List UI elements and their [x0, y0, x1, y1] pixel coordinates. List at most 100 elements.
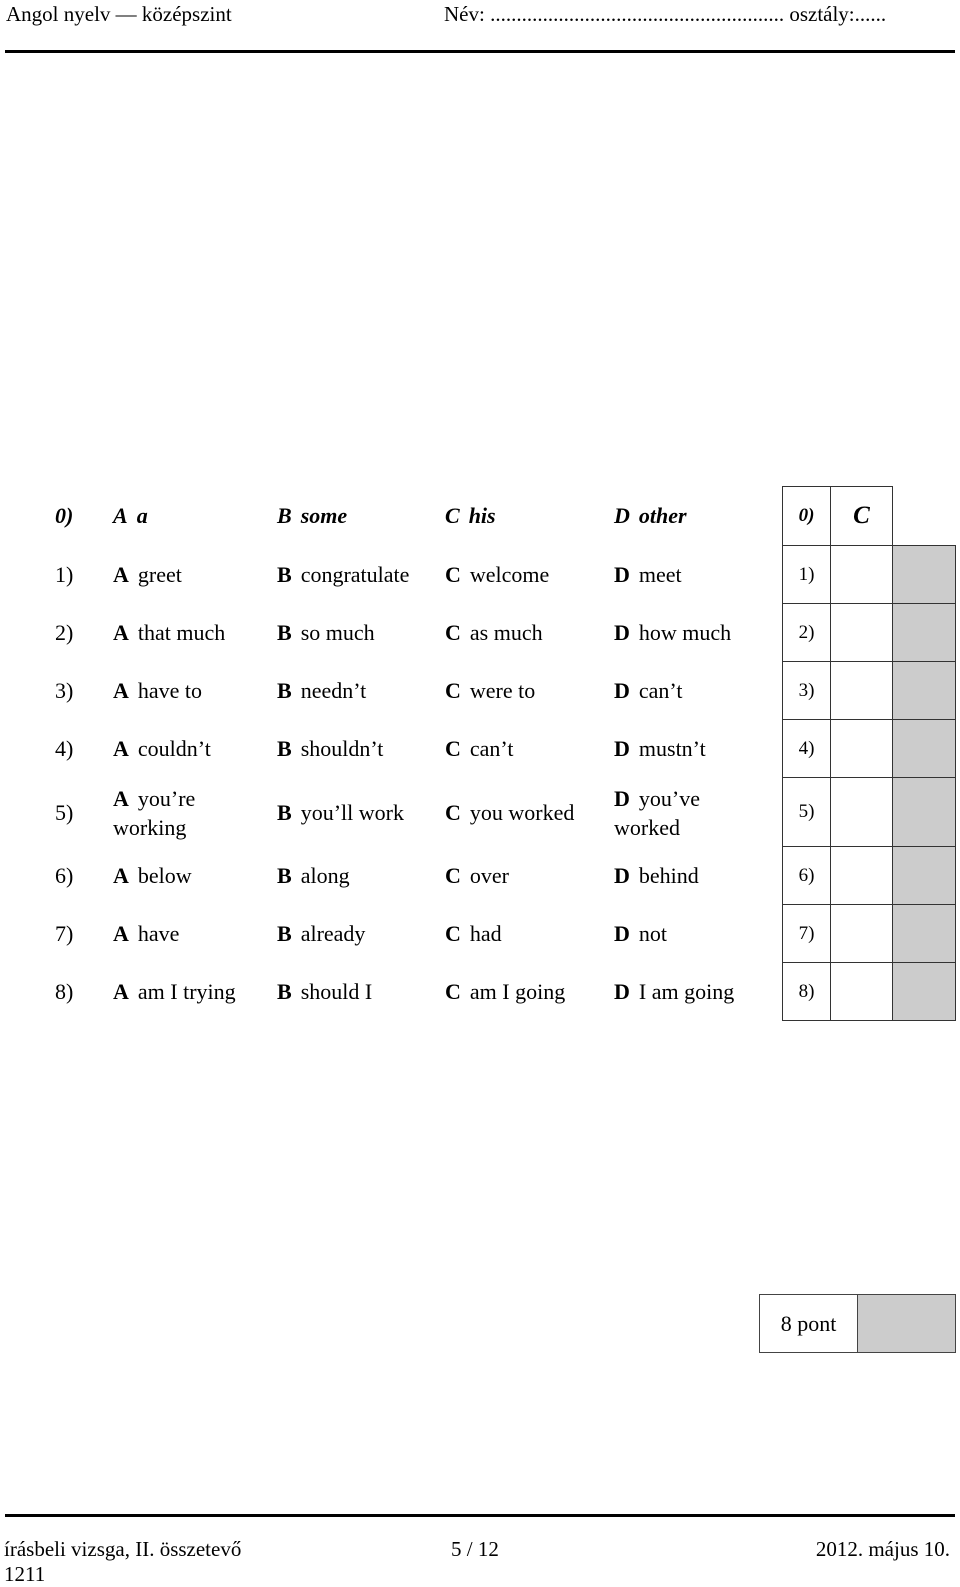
option-b: Bso much	[277, 604, 375, 662]
option-d: Dnot	[614, 905, 667, 963]
answer-grid-row: 8)	[782, 962, 956, 1021]
option-d: Dmustn’t	[614, 720, 706, 778]
option-text: can’t	[638, 678, 683, 703]
option-text: behind	[638, 863, 699, 888]
question-row: 7) Ahave Balready Chad Dnot	[0, 905, 780, 963]
answer-grid-row: 1)	[782, 545, 956, 604]
points-box: 8 pont	[759, 1294, 956, 1353]
option-text: that much	[137, 620, 226, 645]
option-letter: C	[445, 921, 461, 946]
footer-exam-part: írásbeli vizsga, II. összetevő	[4, 1537, 242, 1561]
answer-input-cell[interactable]	[830, 904, 893, 963]
answer-input-cell[interactable]	[830, 846, 893, 905]
question-row: 6) Abelow Balong Cover Dbehind	[0, 847, 780, 905]
points-score-cell	[858, 1294, 956, 1353]
question-number: 2)	[55, 620, 74, 645]
option-text: shouldn’t	[300, 736, 384, 761]
option-text: how much	[638, 620, 732, 645]
score-cell	[892, 603, 956, 662]
option-d: Dyou’ve worked	[614, 778, 734, 847]
answer-input-cell[interactable]	[830, 545, 893, 604]
answer-grid-number: 6)	[782, 846, 831, 905]
option-text: over	[469, 863, 509, 888]
option-text: couldn’t	[137, 736, 211, 761]
answer-grid-row: 2)	[782, 603, 956, 662]
option-letter: D	[614, 620, 630, 645]
option-a: Abelow	[113, 847, 192, 905]
option-letter: B	[277, 863, 292, 888]
option-c: Chis	[445, 486, 496, 546]
score-cell	[892, 846, 956, 905]
answer-input-cell[interactable]	[830, 719, 893, 778]
footer-page-number: 5 / 12	[451, 1537, 499, 1561]
option-a: Athat much	[113, 604, 225, 662]
question-number: 4)	[55, 736, 74, 761]
option-text: am I trying	[137, 979, 236, 1004]
subject-title: Angol nyelv — középszint	[6, 2, 232, 26]
option-text: so much	[300, 620, 375, 645]
question-row: 0) Aa Bsome Chis Dother	[0, 486, 780, 546]
option-b: Balready	[277, 905, 365, 963]
score-cell	[892, 719, 956, 778]
header-rule	[5, 50, 955, 53]
answer-input-cell[interactable]	[830, 603, 893, 662]
answer-input-cell[interactable]	[830, 777, 893, 847]
option-letter: C	[445, 620, 461, 645]
footer-date: 2012. május 10.	[815, 1537, 950, 1561]
score-cell	[892, 904, 956, 963]
option-text: other	[638, 503, 687, 528]
option-letter: B	[277, 736, 292, 761]
option-text: I am going	[638, 979, 735, 1004]
question-row: 1) Agreet Bcongratulate Cwelcome Dmeet	[0, 546, 780, 604]
option-text: already	[300, 921, 366, 946]
score-cell	[892, 777, 956, 847]
option-letter: D	[614, 503, 630, 528]
option-text: congratulate	[300, 562, 410, 587]
option-letter: B	[277, 799, 292, 825]
option-letter: A	[113, 562, 129, 587]
question-number: 3)	[55, 678, 74, 703]
option-a: Ahave	[113, 905, 179, 963]
option-c: Cwere to	[445, 662, 535, 720]
answer-grid-number: 2)	[782, 603, 831, 662]
option-a: Acouldn’t	[113, 720, 211, 778]
question-row: 8) Aam I trying Bshould I Cam I going D I am …	[0, 963, 780, 1021]
option-text: along	[300, 863, 350, 888]
answer-input-cell[interactable]	[830, 962, 893, 1021]
question-row: 3) Ahave to Bneedn’t Cwere to Dcan’t	[0, 662, 780, 720]
footer-exam-code: 1211	[4, 1562, 46, 1586]
score-cell	[892, 545, 956, 604]
option-letter: A	[113, 921, 129, 946]
option-text: a	[136, 503, 148, 528]
answer-input-cell: C	[830, 486, 893, 546]
option-text: as much	[469, 620, 543, 645]
option-text: should I	[300, 979, 373, 1004]
question-number: 5)	[55, 799, 74, 825]
option-letter: B	[277, 678, 292, 703]
option-c: Cyou worked	[445, 778, 574, 847]
option-text: have to	[137, 678, 203, 703]
option-text: welcome	[469, 562, 550, 587]
answer-input-cell[interactable]	[830, 661, 893, 720]
option-d: Dmeet	[614, 546, 682, 604]
points-label: 8 pont	[759, 1294, 858, 1353]
option-letter: D	[614, 785, 630, 811]
option-c: Cas much	[445, 604, 543, 662]
option-a: Agreet	[113, 546, 182, 604]
answer-grid-number: 7)	[782, 904, 831, 963]
option-letter: D	[614, 979, 630, 1004]
option-letter: A	[113, 863, 129, 888]
option-letter: B	[277, 562, 292, 587]
question-row: 2) Athat much Bso much Cas much Dhow much	[0, 604, 780, 662]
student-name-field: Név: ...................................…	[444, 2, 887, 26]
answer-grid-number: 1)	[782, 545, 831, 604]
option-letter: A	[113, 785, 129, 811]
option-letter: B	[277, 620, 292, 645]
question-row: 4) Acouldn’t Bshouldn’t Ccan’t Dmustn’t	[0, 720, 780, 778]
option-letter: D	[614, 562, 630, 587]
answer-grid-row: 3)	[782, 661, 956, 720]
answer-grid-number: 0)	[782, 486, 831, 546]
option-b: Bshould I	[277, 963, 372, 1021]
option-letter: C	[445, 799, 461, 825]
option-b: Bcongratulate	[277, 546, 409, 604]
